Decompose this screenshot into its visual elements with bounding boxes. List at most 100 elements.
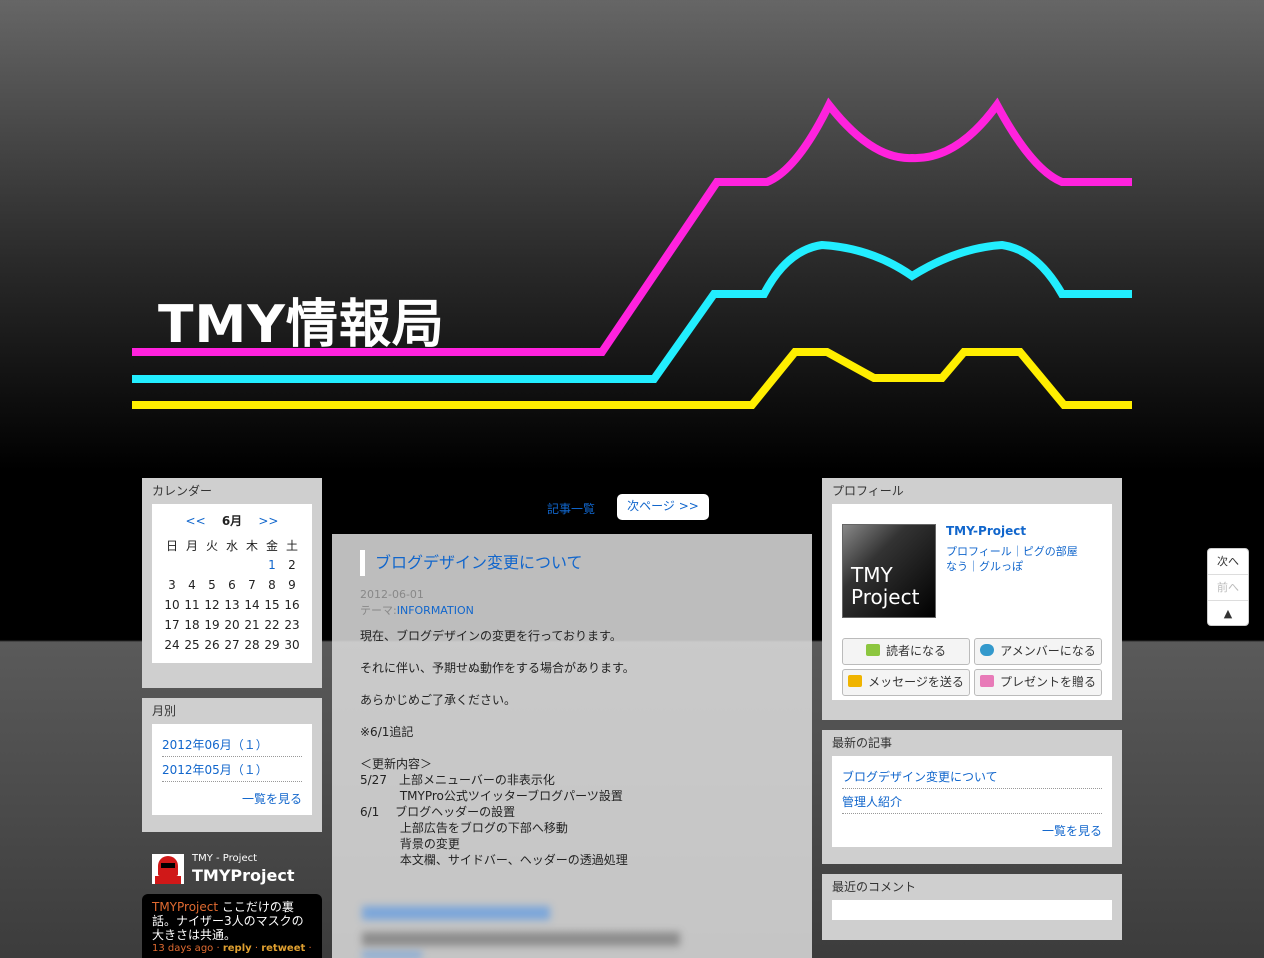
- recent-title: 最新の記事: [832, 736, 893, 750]
- recent-body: ブログデザイン変更について 管理人紹介 一覧を見る: [832, 756, 1112, 847]
- profile-image-text: TMY: [851, 563, 893, 587]
- next-page-button[interactable]: 次ページ >>: [617, 494, 709, 520]
- profile-image-text: Project: [851, 585, 920, 609]
- weekday-label: 土: [285, 538, 298, 553]
- blurred-next-text: [362, 932, 680, 946]
- article-entry: ブログデザイン変更について 2012-06-01 テーマ:INFORMATION…: [332, 534, 812, 958]
- monthly-more: 一覧を見る: [162, 782, 302, 807]
- list-item: ブログデザイン変更について: [842, 764, 1102, 789]
- calendar-day: [222, 555, 242, 575]
- article-line: それに伴い、予期せぬ動作をする場合があります。: [360, 661, 635, 675]
- article-line: [360, 676, 784, 692]
- list-item: 2012年06月（１）: [162, 732, 302, 757]
- become-member-button[interactable]: アメンバーになる: [974, 638, 1102, 665]
- calendar-day: 20: [224, 618, 240, 632]
- calendar-day: 26: [204, 638, 220, 652]
- calendar-day: 16: [284, 598, 300, 612]
- send-present-label: プレゼントを贈る: [999, 675, 1096, 689]
- calendar-prev-link[interactable]: <<: [186, 514, 206, 528]
- article-list-link[interactable]: 記事一覧: [547, 500, 595, 517]
- avatar-mask-body: [155, 876, 181, 884]
- article-line: [360, 740, 784, 756]
- scroll-top-button[interactable]: ▲: [1208, 601, 1248, 627]
- calendar-day: 10: [164, 598, 180, 612]
- calendar-day: 27: [224, 638, 240, 652]
- calendar-day: [202, 555, 222, 575]
- calendar-day: 11: [184, 598, 200, 612]
- calendar-day: 29: [264, 638, 280, 652]
- calendar-day: 18: [184, 618, 200, 632]
- article-title: ブログデザイン変更について: [360, 550, 784, 576]
- send-message-button[interactable]: メッセージを送る: [842, 669, 970, 696]
- weekday-label: 木: [245, 538, 258, 553]
- article-line: 現在、ブログデザインの変更を行っております。: [360, 629, 622, 643]
- profile-links: プロフィール｜ピグの部屋 なう｜グルっぽ: [946, 544, 1106, 574]
- list-item: 管理人紹介: [842, 789, 1102, 814]
- twitter-avatar[interactable]: [152, 854, 184, 884]
- recent-article-link[interactable]: 管理人紹介: [842, 795, 902, 809]
- scroll-prev-button[interactable]: 前へ: [1208, 575, 1248, 601]
- profile-name-link[interactable]: TMY-Project: [946, 524, 1026, 538]
- comments-body: [832, 900, 1112, 920]
- monthly-archive-link[interactable]: 2012年06月（１）: [162, 738, 268, 752]
- become-reader-button[interactable]: 読者になる: [842, 638, 970, 665]
- tweet-retweet-link[interactable]: retweet: [261, 943, 305, 954]
- calendar-day-linked[interactable]: 1: [262, 555, 282, 575]
- calendar-next-link[interactable]: >>: [258, 514, 278, 528]
- tweet-reply-link[interactable]: reply: [223, 943, 252, 954]
- calendar-title: カレンダー: [152, 484, 213, 498]
- article-line: [360, 644, 784, 660]
- gift-icon: [979, 675, 994, 687]
- calendar-week-row: 10 11 12 13 14 15 16: [162, 595, 302, 615]
- profile-image[interactable]: TMY Project: [842, 524, 936, 618]
- recent-more-link[interactable]: 一覧を見る: [1042, 824, 1102, 838]
- ameba-icon: [980, 644, 995, 656]
- calendar-day: [242, 555, 262, 575]
- article-line: 上部広告をブログの下部へ移動: [360, 821, 568, 835]
- calendar-day: 30: [284, 638, 300, 652]
- article-line: ＜更新内容＞: [360, 757, 433, 771]
- article-line: 6/1 ブログヘッダーの設置: [360, 805, 516, 819]
- list-item: 2012年05月（１）: [162, 757, 302, 782]
- site-title[interactable]: TMY情報局: [158, 282, 445, 357]
- blurred-next-text: [362, 952, 422, 958]
- monthly-archive-link[interactable]: 2012年05月（１）: [162, 763, 268, 777]
- become-reader-label: 読者になる: [885, 644, 946, 658]
- scroll-nav: 次へ 前へ ▲: [1207, 548, 1249, 626]
- calendar-day: 5: [208, 578, 216, 592]
- calendar-day-link[interactable]: 1: [268, 558, 276, 572]
- article-line: 本文欄、サイドバー、ヘッダーの透過処理: [360, 853, 628, 867]
- calendar-day: [182, 555, 202, 575]
- calendar-day: 28: [244, 638, 260, 652]
- article-theme-link[interactable]: INFORMATION: [397, 604, 474, 617]
- profile-links-row[interactable]: なう｜グルっぽ: [946, 559, 1106, 574]
- calendar-week-row: 17 18 19 20 21 22 23: [162, 615, 302, 635]
- calendar-day: 17: [164, 618, 180, 632]
- weekday-label: 月: [185, 538, 198, 553]
- tweet-time[interactable]: 13 days ago: [152, 943, 213, 954]
- calendar-day: 13: [224, 598, 240, 612]
- article-date: 2012-06-01: [360, 588, 424, 601]
- twitter-user-name[interactable]: TMY - Project: [192, 853, 257, 864]
- twitter-handle[interactable]: TMYProject: [192, 866, 295, 885]
- monthly-body: 2012年06月（１） 2012年05月（１） 一覧を見る: [152, 724, 312, 815]
- calendar-day: 19: [204, 618, 220, 632]
- send-present-button[interactable]: プレゼントを贈る: [974, 669, 1102, 696]
- recent-article-link[interactable]: ブログデザイン変更について: [842, 770, 998, 784]
- tweet-meta: 13 days ago · reply · retweet ·: [152, 943, 312, 954]
- profile-links-row[interactable]: プロフィール｜ピグの部屋: [946, 544, 1106, 559]
- calendar-header: << 6月 >>: [162, 512, 302, 529]
- calendar-day: 15: [264, 598, 280, 612]
- monthly-more-link[interactable]: 一覧を見る: [242, 792, 302, 806]
- monthly-title: 月別: [152, 704, 177, 718]
- calendar-day: 2: [288, 558, 296, 572]
- calendar-day: [162, 555, 182, 575]
- scroll-next-button[interactable]: 次へ: [1208, 549, 1248, 575]
- calendar-day: 9: [288, 578, 296, 592]
- weekday-label: 金: [265, 538, 278, 553]
- article-title-link[interactable]: ブログデザイン変更について: [375, 553, 583, 572]
- profile-widget: プロフィール TMY Project TMY-Project プロフィール｜ピグ…: [822, 478, 1122, 720]
- article-line: 背景の変更: [360, 837, 460, 851]
- tweet-user-link[interactable]: TMYProject: [152, 900, 218, 914]
- monthly-archive-widget: 月別 2012年06月（１） 2012年05月（１） 一覧を見る: [142, 698, 322, 832]
